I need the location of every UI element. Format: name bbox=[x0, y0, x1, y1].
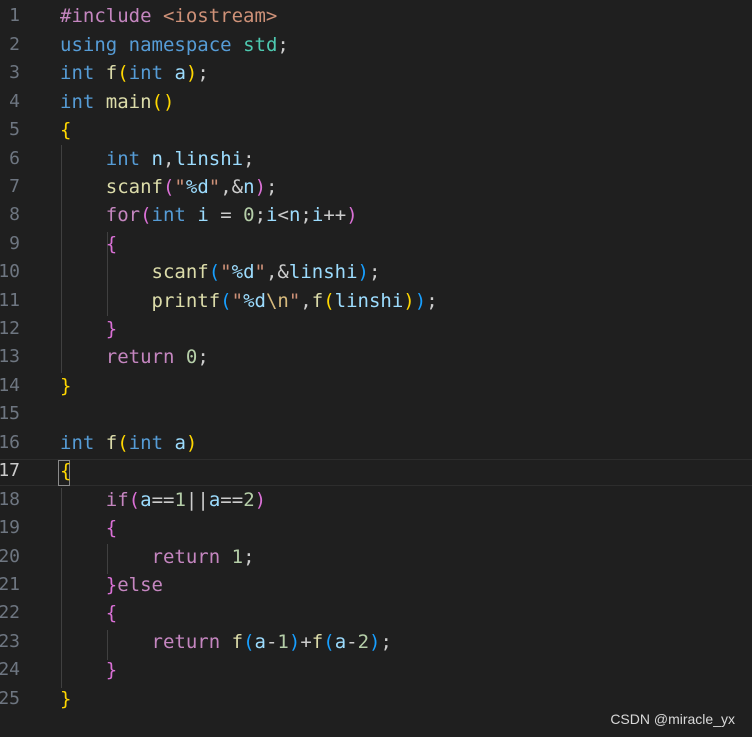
code-text: { bbox=[60, 119, 72, 141]
code-text: return 1; bbox=[151, 546, 255, 568]
line-number: 7 bbox=[9, 176, 20, 197]
line-number: 11 bbox=[0, 290, 20, 311]
watermark: CSDN @miracle_yx bbox=[610, 711, 735, 727]
code-editor[interactable]: 1 #include <iostream> 2 using namespace std… bbox=[0, 0, 752, 737]
line-number: 19 bbox=[0, 517, 20, 538]
line-number: 16 bbox=[0, 432, 20, 453]
code-text: } bbox=[105, 659, 118, 681]
line-number: 13 bbox=[0, 346, 20, 367]
code-text: return f(a-1)+f(a-2); bbox=[151, 631, 392, 653]
line-number: 6 bbox=[9, 148, 20, 169]
code-text: { bbox=[105, 233, 118, 255]
line-number: 3 bbox=[9, 62, 20, 83]
code-text: int f(int a) bbox=[60, 432, 198, 454]
code-line[interactable]: 8 for(int i = 0;i<n;i++) bbox=[0, 201, 752, 229]
line-number: 15 bbox=[0, 403, 20, 424]
line-number: 20 bbox=[0, 546, 20, 567]
code-line[interactable]: 19 { bbox=[0, 514, 752, 542]
code-text: printf("%d\n",f(linshi)); bbox=[151, 290, 438, 312]
code-text: return 0; bbox=[105, 346, 209, 368]
code-line[interactable]: 10 scanf("%d",&linshi); bbox=[0, 258, 752, 286]
line-number: 10 bbox=[0, 261, 20, 282]
line-number: 14 bbox=[0, 375, 20, 396]
code-text: } bbox=[60, 688, 72, 710]
code-line[interactable]: 6 int n,linshi; bbox=[0, 145, 752, 173]
line-number: 17 bbox=[0, 460, 20, 481]
code-line[interactable]: 17 { bbox=[0, 457, 752, 485]
code-line[interactable]: 2 using namespace std; bbox=[0, 31, 752, 59]
line-number: 24 bbox=[0, 659, 20, 680]
code-line[interactable]: 5{ bbox=[0, 116, 752, 144]
code-line[interactable]: 7 scanf("%d",&n); bbox=[0, 173, 752, 201]
line-number: 23 bbox=[0, 631, 20, 652]
code-text: scanf("%d",&n); bbox=[105, 176, 278, 198]
code-text: for(int i = 0;i<n;i++) bbox=[105, 204, 358, 226]
code-line[interactable]: 21 }else bbox=[0, 571, 752, 599]
code-line[interactable]: 1 #include <iostream> bbox=[0, 2, 752, 30]
line-number: 18 bbox=[0, 489, 20, 510]
code-text: int f(int a); bbox=[60, 62, 209, 84]
code-line[interactable]: 18 if(a==1||a==2) bbox=[0, 486, 752, 514]
code-line[interactable]: 13 return 0; bbox=[0, 343, 752, 371]
line-number: 22 bbox=[0, 602, 20, 623]
code-line[interactable]: 22 { bbox=[0, 599, 752, 627]
code-text: #include <iostream> bbox=[60, 5, 278, 27]
line-number: 1 bbox=[9, 5, 20, 26]
code-text: int main() bbox=[60, 91, 175, 113]
code-line[interactable]: 12 } bbox=[0, 315, 752, 343]
code-line[interactable]: 25} bbox=[0, 685, 752, 713]
code-line[interactable]: 11 printf("%d\n",f(linshi)); bbox=[0, 287, 752, 315]
code-line[interactable]: 20 return 1; bbox=[0, 543, 752, 571]
line-number: 8 bbox=[9, 204, 20, 225]
code-line[interactable]: 23 return f(a-1)+f(a-2); bbox=[0, 628, 752, 656]
line-number: 12 bbox=[0, 318, 20, 339]
line-number: 5 bbox=[9, 119, 20, 140]
code-text: { bbox=[60, 460, 72, 482]
line-number: 21 bbox=[0, 574, 20, 595]
code-text: scanf("%d",&linshi); bbox=[151, 261, 381, 283]
line-number: 9 bbox=[9, 233, 20, 254]
line-number: 2 bbox=[9, 34, 20, 55]
code-line[interactable]: 9 { bbox=[0, 230, 752, 258]
code-text: } bbox=[105, 318, 118, 340]
code-line[interactable]: 16 int f(int a) bbox=[0, 429, 752, 457]
code-line[interactable]: 15 bbox=[0, 400, 752, 428]
code-line[interactable]: 4 int main() bbox=[0, 88, 752, 116]
line-number: 25 bbox=[0, 688, 20, 709]
code-line[interactable]: 3 int f(int a); bbox=[0, 59, 752, 87]
line-number: 4 bbox=[9, 91, 20, 112]
code-text: { bbox=[105, 602, 118, 624]
code-text: { bbox=[105, 517, 118, 539]
code-text: int n,linshi; bbox=[105, 148, 255, 170]
code-line[interactable]: 14} bbox=[0, 372, 752, 400]
code-text: if(a==1||a==2) bbox=[105, 489, 267, 511]
code-line[interactable]: 24 } bbox=[0, 656, 752, 684]
code-text: using namespace std; bbox=[60, 34, 289, 56]
code-text: } bbox=[60, 375, 72, 397]
code-text: }else bbox=[105, 574, 163, 596]
